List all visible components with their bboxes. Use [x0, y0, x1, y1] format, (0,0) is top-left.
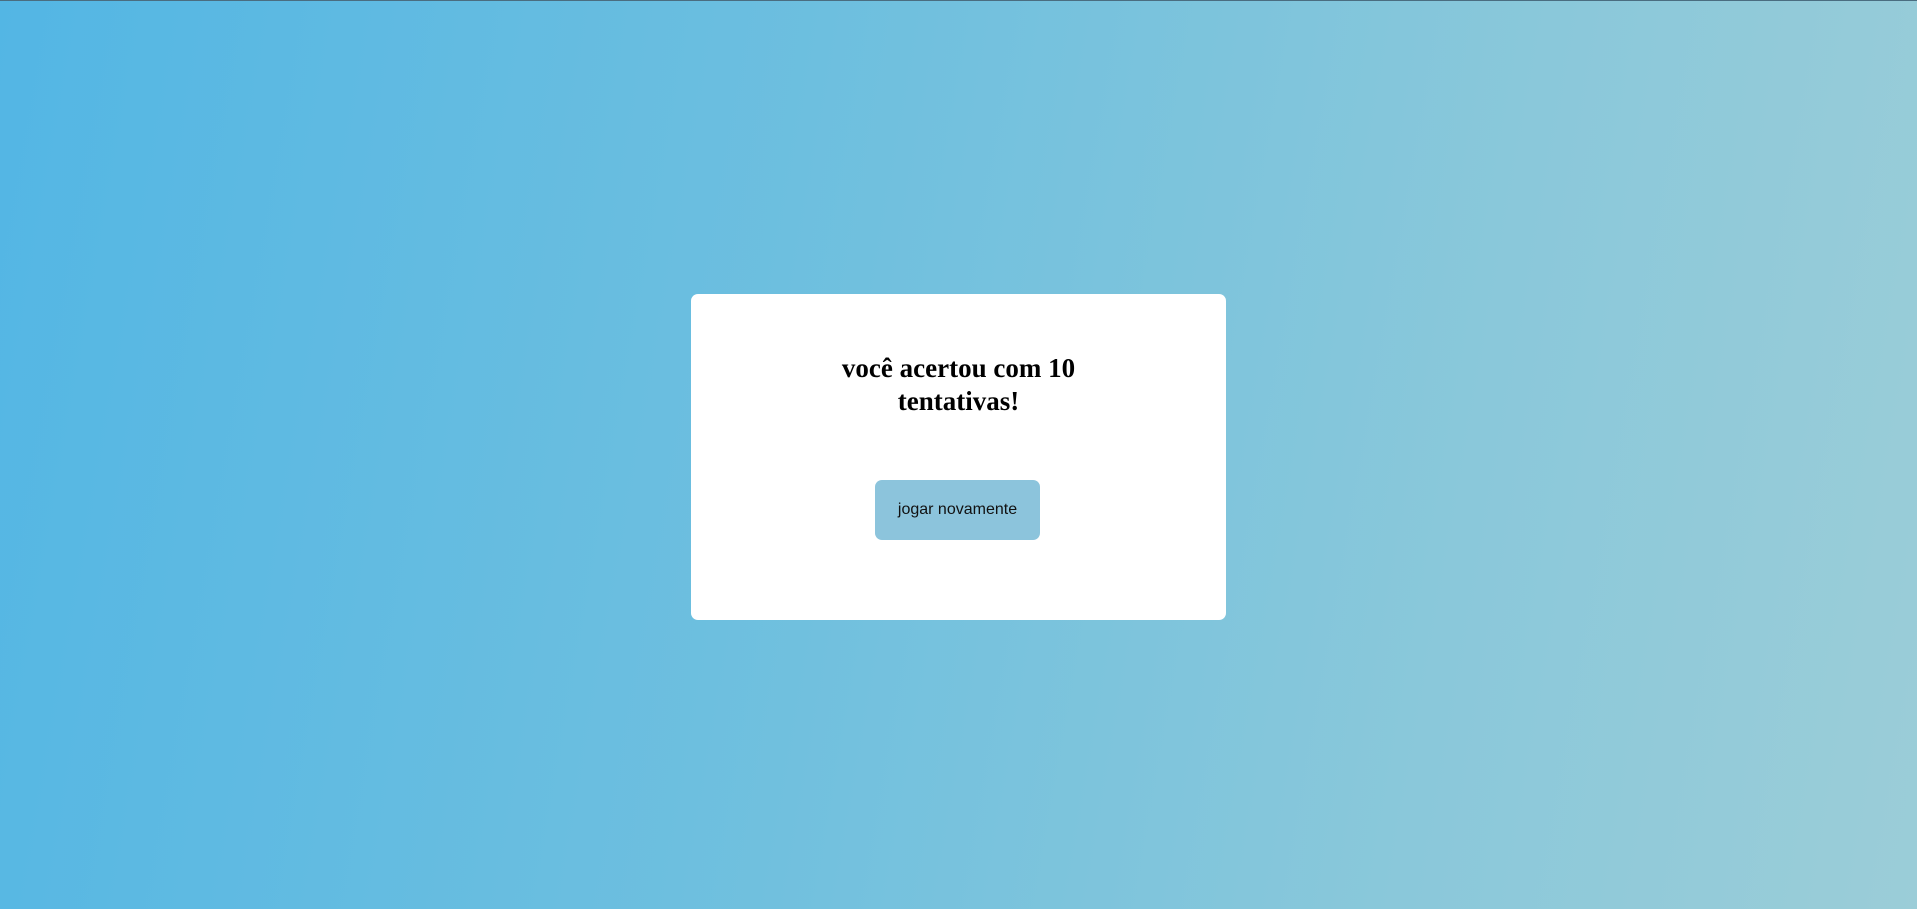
result-card: você acertou com 10 tentativas! jogar no… — [691, 294, 1226, 620]
top-border-line — [0, 0, 1917, 1]
result-message: você acertou com 10 tentativas! — [841, 353, 1076, 416]
play-again-button[interactable]: jogar novamente — [875, 480, 1040, 540]
